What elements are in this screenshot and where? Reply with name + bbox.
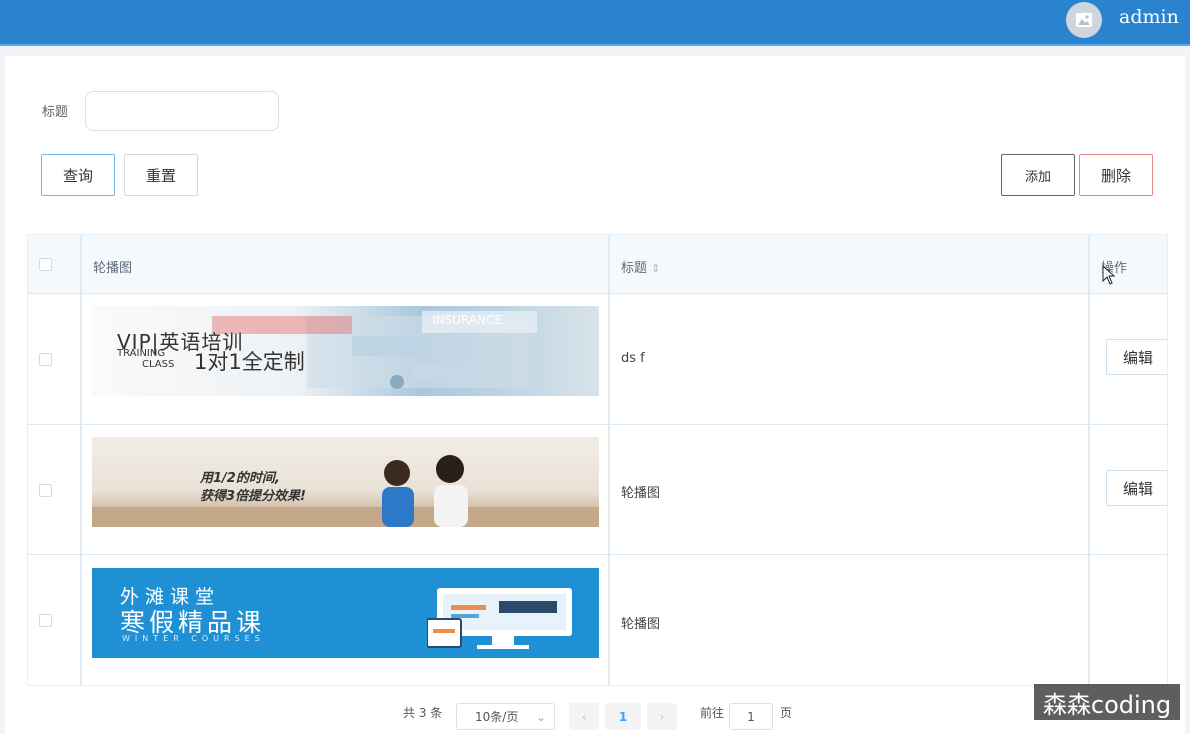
page-size-select[interactable]: 10条/页 ⌄: [456, 703, 555, 730]
column-header-banner: 轮播图: [93, 261, 133, 276]
chevron-right-icon: ›: [659, 709, 665, 724]
row-title: ds f: [621, 351, 645, 366]
next-page-button[interactable]: ›: [647, 703, 677, 730]
prev-page-button[interactable]: ‹: [569, 703, 599, 730]
pagination-total: 共 3 条: [403, 706, 443, 720]
banner-line1: 用1/2的时间,: [200, 471, 280, 486]
row-checkbox[interactable]: [39, 614, 52, 627]
watermark: 森森coding: [1034, 684, 1180, 720]
chevron-left-icon: ‹: [581, 709, 587, 724]
edit-button[interactable]: 编辑: [1106, 339, 1167, 375]
table-row: VIP|英语培训 TRAINING CLASS 1对1全定制 INSURANCE…: [28, 294, 1167, 425]
chevron-down-icon: ⌄: [535, 709, 546, 724]
row-title: 轮播图: [621, 617, 661, 632]
select-all-checkbox[interactable]: [39, 258, 52, 271]
row-checkbox[interactable]: [39, 484, 52, 497]
banner-image: 外滩课堂 寒假精品课 WINTER COURSES: [92, 568, 599, 658]
computer-illustration-icon: [427, 588, 572, 649]
reset-button[interactable]: 重置: [124, 154, 198, 196]
banner-tag-training: TRAINING: [117, 348, 166, 359]
banner-image: VIP|英语培训 TRAINING CLASS 1对1全定制 INSURANCE: [92, 306, 599, 396]
page-number-button[interactable]: 1: [605, 703, 641, 730]
banner-tag-insurance: INSURANCE: [432, 313, 502, 327]
column-header-title[interactable]: 标题 ⇕: [621, 257, 660, 276]
title-search-input[interactable]: [85, 91, 279, 131]
banner-tag-class: CLASS: [142, 359, 175, 370]
table-row: 用1/2的时间, 获得3倍提分效果! 轮播图 编辑: [28, 425, 1167, 555]
row-checkbox[interactable]: [39, 353, 52, 366]
username[interactable]: admin: [1119, 6, 1179, 28]
top-bar: admin: [0, 0, 1190, 46]
carousel-table: 轮播图 标题 ⇕ 操作 VIP|英语培训 TRAINING CLASS 1对1全…: [27, 234, 1168, 686]
banner-line2: 1对1全定制: [194, 350, 305, 374]
table-header: 轮播图 标题 ⇕ 操作: [28, 235, 1167, 294]
table-row: 外滩课堂 寒假精品课 WINTER COURSES 轮播图: [28, 555, 1167, 685]
column-header-title-label: 标题: [621, 261, 648, 276]
banner-graphic: [92, 455, 599, 527]
query-button[interactable]: 查询: [41, 154, 115, 196]
banner-line3: WINTER COURSES: [122, 634, 265, 643]
edit-button[interactable]: 编辑: [1106, 470, 1167, 506]
add-button[interactable]: 添加: [1001, 154, 1075, 196]
delete-button[interactable]: 删除: [1079, 154, 1153, 196]
goto-page-input[interactable]: 1: [729, 703, 773, 730]
row-title: 轮播图: [621, 486, 661, 501]
mouse-cursor-icon: [1102, 265, 1116, 285]
goto-suffix: 页: [780, 706, 793, 720]
goto-label: 前往: [700, 706, 725, 720]
banner-line2: 获得3倍提分效果!: [200, 489, 306, 504]
page-size-value: 10条/页: [475, 710, 519, 724]
banner-image: 用1/2的时间, 获得3倍提分效果!: [92, 437, 599, 527]
title-filter-label: 标题: [42, 105, 69, 120]
sort-icon[interactable]: ⇕: [651, 262, 660, 275]
avatar-image-icon[interactable]: [1066, 2, 1102, 38]
